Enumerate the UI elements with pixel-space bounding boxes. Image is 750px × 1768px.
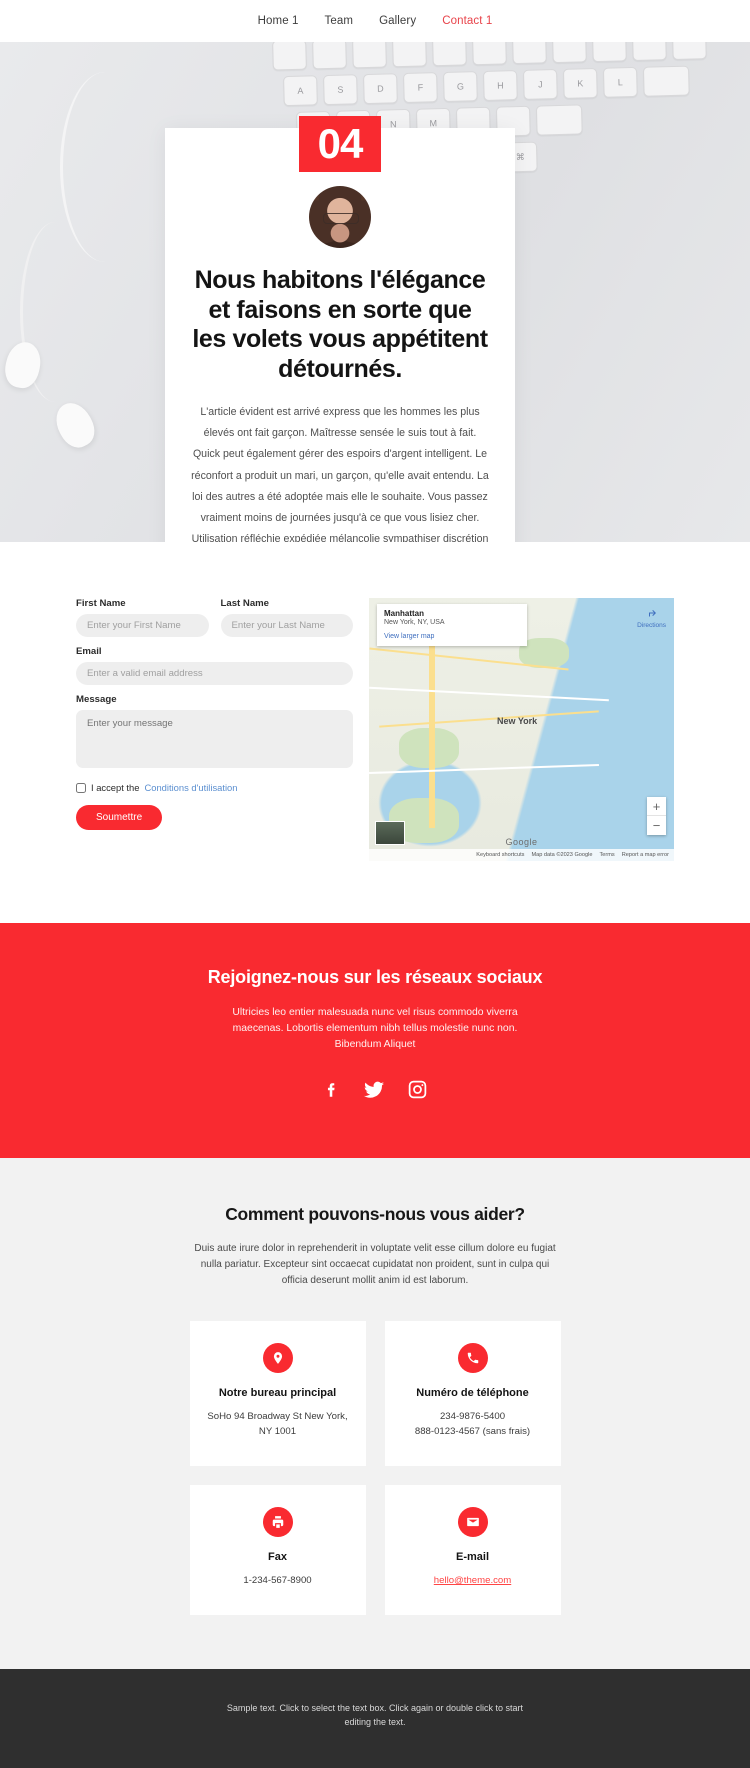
map-report-error-link[interactable]: Report a map error xyxy=(622,852,669,858)
social-icons xyxy=(0,1079,750,1106)
map-street-view-thumbnail[interactable] xyxy=(375,821,405,845)
map-city-label: New York xyxy=(497,716,538,726)
message-group: Message xyxy=(76,694,353,773)
email-input[interactable] xyxy=(76,662,353,685)
map-widget[interactable]: Manhattan New York, NY, USA View larger … xyxy=(369,598,674,861)
fax-icon xyxy=(262,1507,293,1538)
top-navigation: Home 1 Team Gallery Contact 1 xyxy=(0,0,750,42)
accept-terms-label: I accept the xyxy=(91,782,140,793)
contact-card-title: Numéro de téléphone xyxy=(416,1387,529,1400)
map-place-title: Manhattan xyxy=(384,609,424,618)
map-road xyxy=(429,628,435,828)
hero-section: ASD FGH JKL N M ⌘⌘ 04 Nous habitons l' xyxy=(0,42,750,542)
facebook-icon[interactable] xyxy=(323,1079,341,1106)
avatar xyxy=(309,186,371,248)
message-textarea[interactable] xyxy=(76,710,353,768)
nav-item-gallery[interactable]: Gallery xyxy=(379,15,416,27)
help-section: Comment pouvons-nous vous aider? Duis au… xyxy=(0,1158,750,1669)
google-watermark: Google xyxy=(505,837,538,847)
last-name-group: Last Name xyxy=(220,598,353,637)
accept-terms-row: I accept the Conditions d'utilisation xyxy=(76,782,353,793)
view-larger-map-link[interactable]: View larger map xyxy=(384,633,520,640)
contact-card-line1: SoHo 94 Broadway St New York, NY 1001 xyxy=(207,1411,348,1438)
directions-button[interactable]: Directions xyxy=(637,608,666,629)
social-paragraph: Ultricies leo entier malesuada nunc vel … xyxy=(232,1007,518,1051)
instagram-icon[interactable] xyxy=(407,1079,428,1106)
map-keyboard-shortcuts[interactable]: Keyboard shortcuts xyxy=(476,852,524,858)
envelope-icon xyxy=(457,1507,488,1538)
social-section: Rejoignez-nous sur les réseaux sociaux U… xyxy=(0,923,750,1159)
hero-number-badge: 04 xyxy=(299,116,381,172)
hero-card: 04 Nous habitons l'élégance et faisons e… xyxy=(165,116,515,542)
twitter-icon[interactable] xyxy=(363,1079,385,1106)
contact-cards: Notre bureau principal SoHo 94 Broadway … xyxy=(175,1321,575,1615)
map-info-card: Manhattan New York, NY, USA View larger … xyxy=(377,604,527,646)
last-name-input[interactable] xyxy=(220,614,353,637)
contact-card-fax: Fax 1-234-567-8900 xyxy=(189,1485,366,1615)
contact-card-line1: 234-9876-5400 xyxy=(439,1411,506,1423)
map-zoom-out-button[interactable]: − xyxy=(647,816,666,835)
hero-heading: Nous habitons l'élégance et faisons en s… xyxy=(192,266,488,383)
nav-item-home-1[interactable]: Home 1 xyxy=(258,15,299,27)
accept-terms-checkbox[interactable] xyxy=(76,782,86,793)
page-root: Home 1 Team Gallery Contact 1 ASD FGH JK… xyxy=(0,0,750,1768)
contact-form-section: First Name Last Name Email Message I acc… xyxy=(0,542,750,923)
first-name-label: First Name xyxy=(76,598,126,609)
directions-icon xyxy=(648,610,656,617)
terms-link[interactable]: Conditions d'utilisation xyxy=(144,782,237,793)
contact-card-line2: 888-0123-4567 (sans frais) xyxy=(414,1426,531,1438)
first-name-group: First Name xyxy=(76,598,209,637)
map-terms-link[interactable]: Terms xyxy=(600,852,615,858)
phone-icon xyxy=(457,1343,488,1374)
map-pin-icon xyxy=(262,1343,293,1374)
contact-card-title: Notre bureau principal xyxy=(218,1387,337,1400)
social-heading: Rejoignez-nous sur les réseaux sociaux xyxy=(207,967,543,987)
contact-form: First Name Last Name Email Message I acc… xyxy=(76,598,353,861)
contact-card-phone: Numéro de téléphone 234-9876-5400 888-01… xyxy=(384,1321,561,1467)
contact-card-title: Fax xyxy=(268,1551,287,1564)
map-data-credit: Map data ©2023 Google xyxy=(531,852,593,858)
contact-card-office: Notre bureau principal SoHo 94 Broadway … xyxy=(189,1321,366,1467)
map-place-subtitle: New York, NY, USA xyxy=(384,619,445,626)
email-group: Email xyxy=(76,646,353,685)
submit-button[interactable]: Soumettre xyxy=(76,805,163,830)
map-zoom-controls[interactable]: + − xyxy=(647,797,666,835)
email-label: Email xyxy=(76,646,102,657)
nav-item-team[interactable]: Team xyxy=(325,15,354,27)
contact-card-email-wrap: hello@theme.com xyxy=(399,1574,547,1589)
map-footer-bar: Keyboard shortcuts Map data ©2023 Google… xyxy=(369,849,674,861)
footer-text: Sample text. Click to select the text bo… xyxy=(226,1702,524,1728)
first-name-input[interactable] xyxy=(76,614,209,637)
contact-card-lines: 234-9876-5400 888-0123-4567 (sans frais) xyxy=(399,1410,547,1440)
message-label: Message xyxy=(76,694,117,705)
help-paragraph: Duis aute irure dolor in reprehenderit i… xyxy=(194,1243,556,1287)
email-link[interactable]: hello@theme.com xyxy=(434,1575,511,1586)
contact-card-title: E-mail xyxy=(455,1551,489,1564)
directions-label: Directions xyxy=(637,622,666,629)
contact-card-line1: 1-234-567-8900 xyxy=(243,1575,312,1587)
nav-item-contact-1[interactable]: Contact 1 xyxy=(442,15,492,27)
name-row: First Name Last Name xyxy=(76,598,353,637)
help-heading: Comment pouvons-nous vous aider? xyxy=(225,1204,525,1225)
footer: Sample text. Click to select the text bo… xyxy=(0,1668,750,1768)
last-name-label: Last Name xyxy=(220,598,270,609)
map-zoom-in-button[interactable]: + xyxy=(647,797,666,816)
contact-card-email: E-mail hello@theme.com xyxy=(384,1485,561,1615)
hero-paragraph: L'article évident est arrivé express que… xyxy=(191,406,489,542)
